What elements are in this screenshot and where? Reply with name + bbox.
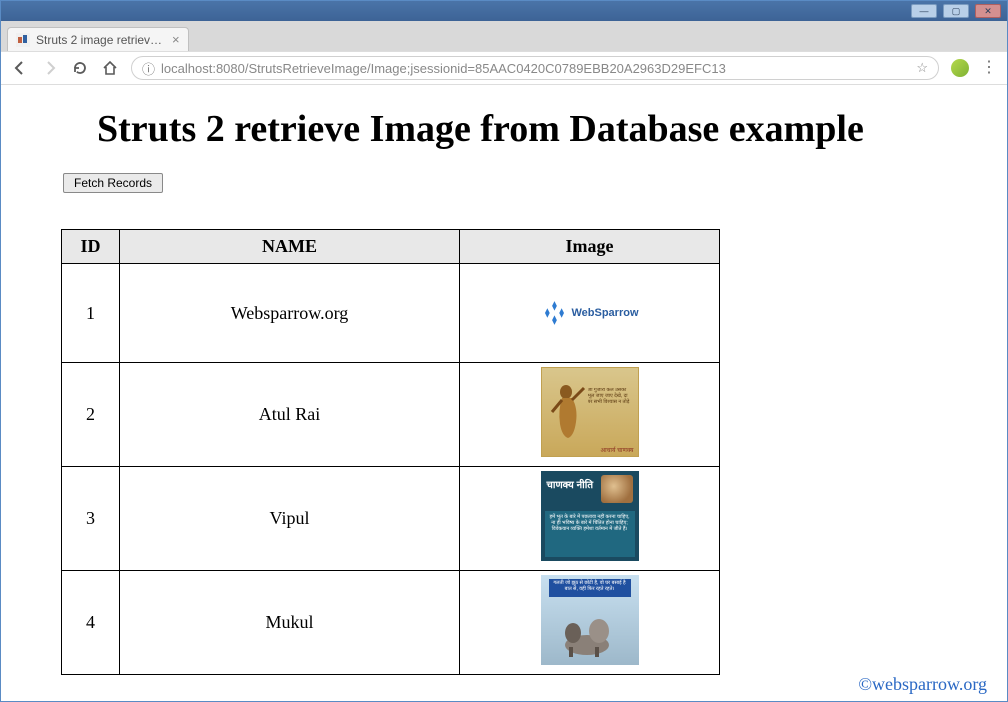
page-content: Struts 2 retrieve Image from Database ex… xyxy=(1,85,1007,701)
thumbnail-quote: गलती जो झूठ से छोटी है, वो घर बसाई है बा… xyxy=(541,575,639,665)
thumbnail-caption: जो गुजारी कल उसको भूल जाए जाए देखे, दा प… xyxy=(588,388,634,436)
bookmark-star-icon[interactable]: ☆ xyxy=(916,60,928,76)
page-viewport[interactable]: Struts 2 retrieve Image from Database ex… xyxy=(1,85,1007,701)
page-title: Struts 2 retrieve Image from Database ex… xyxy=(97,107,983,151)
cell-image: चाणक्य नीति हमें भूत के बारे में पछतावा … xyxy=(460,467,720,571)
thumbnail-quote: चाणक्य नीति हमें भूत के बारे में पछतावा … xyxy=(541,471,639,561)
cell-name: Atul Rai xyxy=(120,363,460,467)
cell-id: 1 xyxy=(62,264,120,363)
extension-badge-icon[interactable] xyxy=(951,59,969,77)
header-id: ID xyxy=(62,230,120,264)
thumbnail-banner: गलती जो झूठ से छोटी है, वो घर बसाई है बा… xyxy=(549,579,631,597)
close-window-button[interactable]: ✕ xyxy=(975,4,1001,18)
table-row: 3 Vipul चाणक्य नीति हमें भूत के बारे में… xyxy=(62,467,720,571)
cell-name: Vipul xyxy=(120,467,460,571)
url-port: :8080 xyxy=(212,61,245,76)
tab-favicon-icon xyxy=(16,33,30,47)
thumbnail-caption: हमें भूत के बारे में पछतावा नहीं करना चा… xyxy=(545,511,635,557)
home-button[interactable] xyxy=(101,59,119,77)
url-text: localhost:8080/StrutsRetrieveImage/Image… xyxy=(161,61,726,76)
url-path: /StrutsRetrieveImage/Image;jsessionid=85… xyxy=(245,61,726,76)
thumbnail-quote: जो गुजारी कल उसको भूल जाए जाए देखे, दा प… xyxy=(541,367,639,457)
cell-id: 4 xyxy=(62,571,120,675)
cell-name: Mukul xyxy=(120,571,460,675)
tab-strip: Struts 2 image retrieve e × xyxy=(1,21,1007,51)
reload-button[interactable] xyxy=(71,59,89,77)
thumbnail-websparrow: WebSparrow xyxy=(541,268,639,358)
browser-tab[interactable]: Struts 2 image retrieve e × xyxy=(7,27,189,51)
minimize-button[interactable]: — xyxy=(911,4,937,18)
site-info-icon[interactable]: ⓘ xyxy=(142,59,155,78)
cell-id: 3 xyxy=(62,467,120,571)
cell-name: Websparrow.org xyxy=(120,264,460,363)
cell-image: जो गुजारी कल उसको भूल जाए जाए देखे, दा प… xyxy=(460,363,720,467)
thumbnail-portrait xyxy=(601,475,633,503)
table-header-row: ID NAME Image xyxy=(62,230,720,264)
header-name: NAME xyxy=(120,230,460,264)
thumbnail-footer: आचार्य चाणक्य xyxy=(600,446,633,454)
navigation-bar: ⓘ localhost:8080/StrutsRetrieveImage/Ima… xyxy=(1,51,1007,85)
watermark: ©websparrow.org xyxy=(858,674,987,695)
overflow-menu-icon[interactable]: ⋮ xyxy=(981,64,997,72)
back-button[interactable] xyxy=(11,59,29,77)
tab-close-icon[interactable]: × xyxy=(172,32,180,47)
tab-title: Struts 2 image retrieve e xyxy=(36,33,166,47)
fetch-records-button[interactable]: Fetch Records xyxy=(63,173,163,193)
cell-id: 2 xyxy=(62,363,120,467)
table-row: 2 Atul Rai जो गुजारी कल उसको भूल ज xyxy=(62,363,720,467)
cell-image: WebSparrow xyxy=(460,264,720,363)
records-table: ID NAME Image 1 Websparrow.org xyxy=(61,229,720,675)
thumbnail-label: चाणक्य नीति xyxy=(547,477,594,491)
table-row: 4 Mukul गलती जो झूठ से छोटी है, वो घर बस… xyxy=(62,571,720,675)
window-titlebar: — ▢ ✕ xyxy=(1,1,1007,21)
browser-window: — ▢ ✕ Struts 2 image retrieve e × xyxy=(0,0,1008,702)
maximize-button[interactable]: ▢ xyxy=(943,4,969,18)
forward-button[interactable] xyxy=(41,59,59,77)
header-image: Image xyxy=(460,230,720,264)
cell-image: गलती जो झूठ से छोटी है, वो घर बसाई है बा… xyxy=(460,571,720,675)
thumbnail-label: WebSparrow xyxy=(571,307,638,319)
address-bar[interactable]: ⓘ localhost:8080/StrutsRetrieveImage/Ima… xyxy=(131,56,939,80)
url-host: localhost xyxy=(161,61,212,76)
table-row: 1 Websparrow.org xyxy=(62,264,720,363)
